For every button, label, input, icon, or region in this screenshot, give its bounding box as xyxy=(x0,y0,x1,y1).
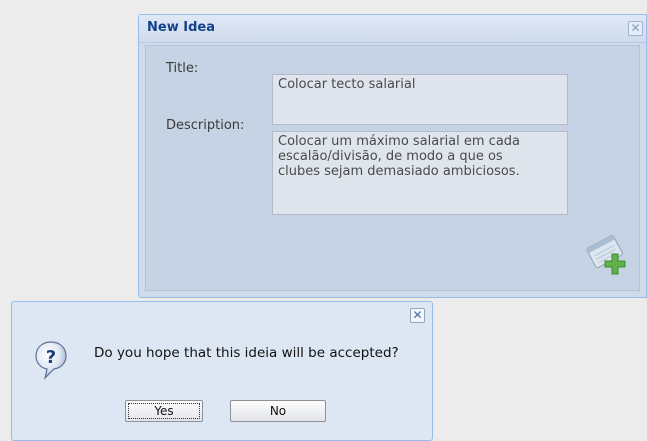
description-label: Description: xyxy=(166,118,245,133)
yes-button-label: Yes xyxy=(154,404,174,418)
no-button-label: No xyxy=(269,404,287,418)
description-field[interactable]: Colocar um máximo salarial em cada escal… xyxy=(272,131,568,215)
title-field[interactable]: Colocar tecto salarial xyxy=(272,74,568,125)
new-idea-window: New Idea ✕ Title: Colocar tecto salarial… xyxy=(138,14,647,298)
notepad-add-icon[interactable] xyxy=(582,228,630,276)
yes-button[interactable]: Yes xyxy=(125,400,203,422)
window-title: New Idea xyxy=(147,20,215,35)
dialog-message: Do you hope that this ideia will be acce… xyxy=(94,345,399,361)
close-icon[interactable]: ✕ xyxy=(628,21,643,36)
close-icon[interactable]: ✕ xyxy=(410,308,425,323)
no-button[interactable]: No xyxy=(230,400,326,422)
svg-text:?: ? xyxy=(46,347,56,368)
title-label: Title: xyxy=(166,61,199,76)
question-icon: ? xyxy=(35,341,67,380)
window-header[interactable]: New Idea ✕ xyxy=(139,15,646,43)
confirm-dialog: ✕ ? Do you hope that this ideia will be … xyxy=(11,301,433,441)
